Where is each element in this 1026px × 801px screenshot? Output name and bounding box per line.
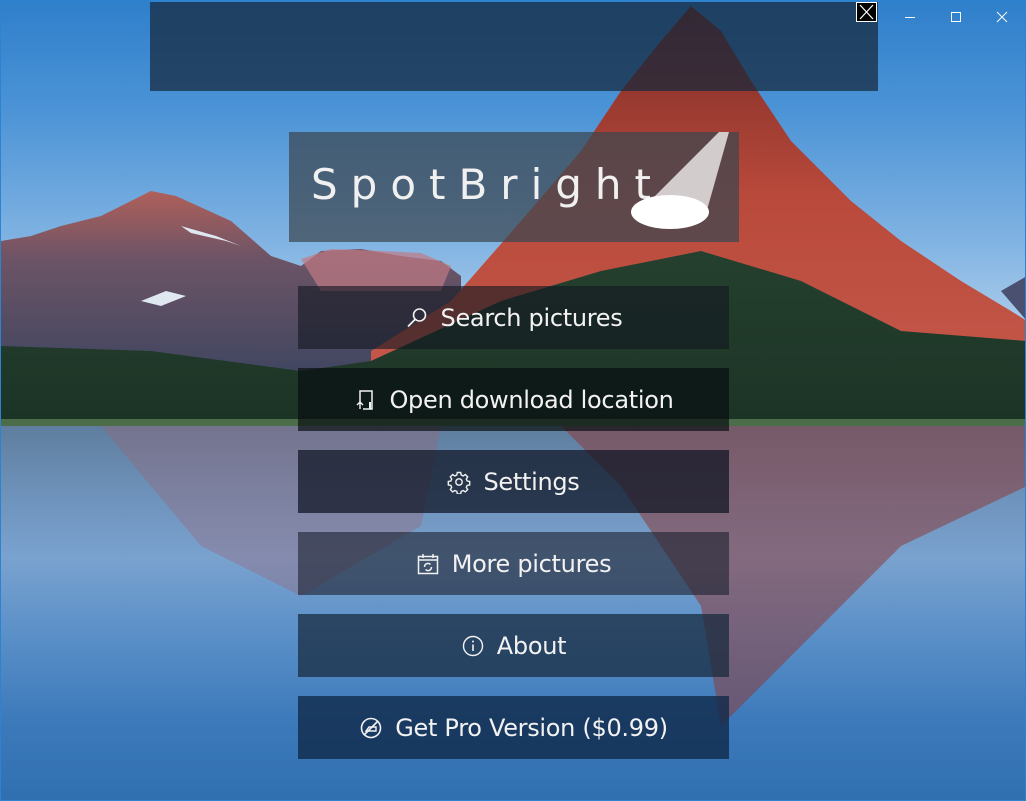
settings-button[interactable]: Settings <box>298 450 729 513</box>
search-pictures-button[interactable]: Search pictures <box>298 286 729 349</box>
minimize-icon <box>905 17 915 18</box>
get-pro-version-label: Get Pro Version ($0.99) <box>395 713 668 742</box>
app-title: SpotBright <box>311 160 664 209</box>
calendar-refresh-icon <box>416 552 440 576</box>
maximize-button[interactable] <box>933 1 979 33</box>
window-controls <box>887 1 1025 35</box>
get-pro-version-button[interactable]: Get Pro Version ($0.99) <box>298 696 729 759</box>
about-label: About <box>496 631 567 660</box>
folder-open-icon <box>353 388 377 412</box>
search-icon <box>405 306 429 330</box>
close-icon <box>996 11 1008 23</box>
settings-label: Settings <box>483 467 580 496</box>
maximize-icon <box>951 12 961 22</box>
close-button[interactable] <box>979 1 1025 33</box>
info-icon <box>461 634 485 658</box>
no-ads-icon <box>359 716 383 740</box>
minimize-button[interactable] <box>887 1 933 33</box>
more-pictures-button[interactable]: More pictures <box>298 532 729 595</box>
more-pictures-label: More pictures <box>451 549 612 578</box>
close-icon <box>859 4 874 20</box>
app-logo: SpotBright <box>289 132 739 242</box>
ad-banner[interactable] <box>150 2 878 91</box>
open-download-location-label: Open download location <box>389 385 674 414</box>
app-window: SpotBright Search pictures Open download… <box>0 0 1026 801</box>
open-download-location-button[interactable]: Open download location <box>298 368 729 431</box>
ad-close-button[interactable] <box>856 2 877 22</box>
search-pictures-label: Search pictures <box>440 303 623 332</box>
gear-icon <box>447 470 471 494</box>
spotlight-icon <box>631 132 729 229</box>
about-button[interactable]: About <box>298 614 729 677</box>
